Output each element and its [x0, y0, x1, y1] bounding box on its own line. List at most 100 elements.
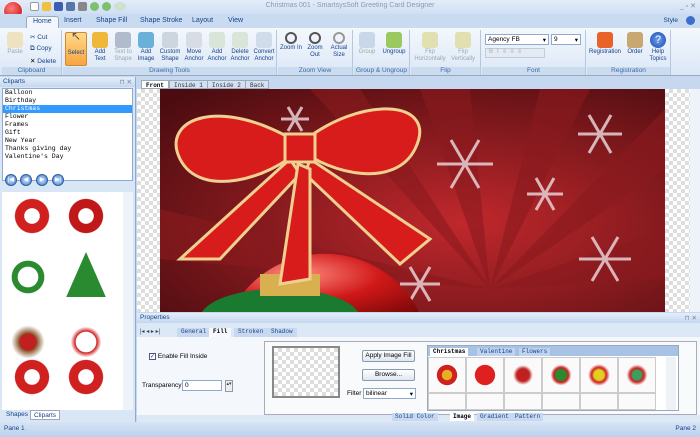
transparency-spinner[interactable]: ▴▾ [225, 380, 233, 392]
tab-back[interactable]: Back [245, 80, 270, 89]
list-item[interactable]: Thanks giving day [3, 145, 132, 153]
zoom-in-button[interactable]: Zoom In [280, 32, 302, 52]
candle-clipart[interactable] [618, 393, 656, 410]
flip-horizontally-button[interactable]: Flip Horizontally [413, 32, 447, 63]
santa-clipart[interactable] [64, 357, 108, 407]
list-item[interactable]: Birthday [3, 97, 132, 105]
ungroup-button[interactable]: Ungroup [380, 32, 408, 56]
enable-fill-checkbox[interactable]: ✓ Enable Fill Inside [149, 353, 207, 360]
tab-shapes[interactable]: Shapes [3, 410, 31, 420]
tab-gradient[interactable]: Gradient [477, 413, 512, 421]
first-page-button[interactable]: |◀ [5, 174, 17, 186]
gift-clipart[interactable] [428, 357, 466, 393]
prev-page-button[interactable]: ◀ [20, 174, 32, 186]
list-item[interactable]: Gift [3, 129, 132, 137]
panel-pin-close[interactable]: ⊓ ✕ [685, 314, 697, 322]
tab-shape-stroke[interactable]: Shape Stroke [134, 16, 188, 28]
convert-anchor-button[interactable]: Convert Anchor [252, 32, 276, 63]
help-topics-button[interactable]: ? Help Topics [647, 32, 669, 63]
tab-insert[interactable]: Insert [58, 16, 88, 28]
actual-size-button[interactable]: Actual Size [328, 32, 350, 59]
thumbnails-scrollbar[interactable] [123, 192, 133, 410]
tab-view[interactable]: View [222, 16, 249, 28]
add-text-button[interactable]: Add Text [89, 32, 111, 63]
window-controls[interactable]: _ ▫ ✕ [680, 2, 696, 10]
tree-clipart[interactable] [428, 393, 466, 410]
tab-solid-color[interactable]: Solid Color [392, 413, 438, 421]
list-item[interactable]: Frames [3, 121, 132, 129]
candy-cane-clipart[interactable] [580, 357, 618, 393]
undo-icon[interactable] [90, 2, 99, 11]
tab-shadow[interactable]: Shadow [267, 328, 297, 337]
tab-inside-1[interactable]: Inside 1 [169, 80, 208, 89]
ornament-clipart[interactable] [542, 357, 580, 393]
delete-button[interactable]: ✕ Delete [30, 57, 56, 65]
tab-fill[interactable]: Fill [209, 328, 232, 337]
list-item[interactable]: Balloon [3, 89, 132, 97]
cut-button[interactable]: ✂ Cut [30, 33, 47, 41]
move-anchor-button[interactable]: Move Anchor [183, 32, 205, 63]
group-button[interactable]: Group [356, 32, 378, 56]
tab-front[interactable]: Front [141, 80, 170, 89]
wreath-clipart[interactable] [6, 252, 50, 302]
next-page-button[interactable]: ▶ [36, 174, 48, 186]
tab-pattern[interactable]: Pattern [512, 413, 544, 421]
tab-flowers[interactable]: Flowers [519, 348, 551, 356]
copy-button[interactable]: ⧉ Copy [30, 45, 52, 53]
tree-clipart[interactable] [66, 252, 106, 297]
tab-shape-fill[interactable]: Shape Fill [90, 16, 133, 28]
open-icon[interactable] [42, 2, 51, 11]
delete-anchor-button[interactable]: Delete Anchor [229, 32, 251, 63]
list-item[interactable]: New Year [3, 137, 132, 145]
tab-image[interactable]: Image [450, 413, 475, 421]
tab-scroll-buttons[interactable]: |◂ ◂ ▸ ▸| [140, 328, 160, 335]
santa-clipart[interactable] [64, 196, 108, 246]
list-item[interactable]: Valentine's Day [3, 153, 132, 161]
apply-image-fill-button[interactable]: Apply Image Fill [362, 350, 415, 362]
canvas-vertical-scrollbar[interactable] [690, 89, 700, 312]
filter-select[interactable]: bilinear ▾ [363, 388, 416, 399]
clipart-category-list[interactable]: Balloon Birthday Christmas Flower Frames… [2, 88, 133, 181]
font-size-select[interactable]: 9 ▾ [551, 34, 581, 45]
select-button[interactable]: ↖ Select [65, 30, 87, 66]
transparency-input[interactable]: 0 [182, 380, 222, 391]
browse-button[interactable]: Browse... [362, 369, 415, 381]
panel-pin-close[interactable]: ⊓ ✕ [120, 78, 132, 86]
list-item[interactable]: Flower [3, 113, 132, 121]
new-icon[interactable] [30, 2, 39, 11]
zoom-out-button[interactable]: Zoom Out [304, 32, 326, 59]
flip-vertically-button[interactable]: Flip Vertically [447, 32, 479, 63]
card-canvas[interactable] [160, 89, 665, 312]
font-family-select[interactable]: Agency FB ▾ [485, 34, 549, 45]
add-anchor-button[interactable]: Add Anchor [206, 32, 228, 63]
list-item-selected[interactable]: Christmas [3, 105, 132, 113]
clipart-item[interactable] [542, 393, 580, 410]
help-icon[interactable] [686, 16, 695, 25]
gifts-clipart[interactable] [618, 357, 656, 393]
tab-inside-2[interactable]: Inside 2 [207, 80, 246, 89]
tab-cliparts[interactable]: Cliparts [30, 410, 61, 420]
tab-valentine[interactable]: Valentine [477, 348, 516, 356]
tab-general[interactable]: General [177, 328, 211, 337]
tab-christmas[interactable]: Christmas [430, 348, 469, 356]
santa-clipart[interactable] [504, 357, 542, 393]
last-page-button[interactable]: ▶| [52, 174, 64, 186]
tab-home[interactable]: Home [26, 16, 59, 28]
order-button[interactable]: Order [624, 32, 646, 56]
gift-clipart[interactable] [466, 357, 504, 393]
print-icon[interactable] [78, 2, 87, 11]
add-image-button[interactable]: Add Image [135, 32, 157, 63]
gallery-scrollbar[interactable] [666, 357, 676, 410]
style-menu[interactable]: Style [664, 17, 678, 24]
paste-button[interactable]: Paste [6, 32, 24, 56]
preview-icon[interactable] [114, 2, 126, 11]
redo-icon[interactable] [102, 2, 111, 11]
santa-clipart[interactable] [10, 357, 54, 407]
text-to-shape-button[interactable]: Text to Shape [112, 32, 134, 63]
clipart-item[interactable] [466, 393, 504, 410]
registration-button[interactable]: Registration [587, 32, 623, 56]
font-style-buttons[interactable]: BI≡≡≡ [485, 48, 545, 58]
save-icon[interactable] [54, 2, 63, 11]
custom-shape-button[interactable]: Custom Shape [158, 32, 182, 63]
wreath-clipart[interactable] [580, 393, 618, 410]
